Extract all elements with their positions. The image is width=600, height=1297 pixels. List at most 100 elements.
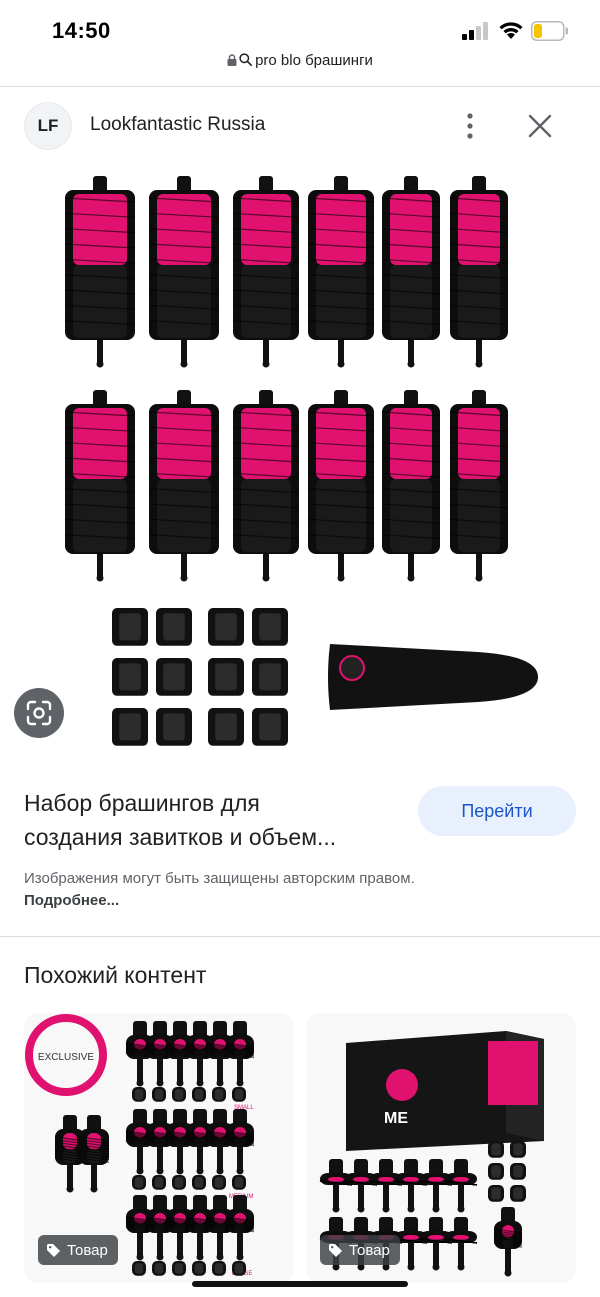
brush-clip: [172, 1175, 186, 1190]
close-icon[interactable]: [526, 112, 554, 140]
tag-icon: [47, 1243, 60, 1257]
brush-clip: [488, 1163, 504, 1180]
round-brush: [225, 1021, 255, 1087]
brush-clip: [152, 1261, 166, 1276]
related-card[interactable]: ME Товар: [306, 1013, 576, 1283]
learn-more-link[interactable]: Подробнее...: [24, 892, 119, 909]
more-options-icon[interactable]: [458, 110, 482, 142]
round-brush: [369, 1159, 403, 1213]
round-brush: [444, 1159, 478, 1213]
brush-clip: [488, 1185, 504, 1202]
brush-clip: [252, 708, 288, 746]
brush-clip: [112, 658, 148, 696]
brush-clip: [132, 1087, 146, 1102]
tag-icon: [329, 1243, 342, 1257]
brush-clip: [192, 1087, 206, 1102]
home-indicator: [192, 1281, 408, 1287]
brush-clip: [510, 1185, 526, 1202]
source-logo[interactable]: LF: [24, 102, 72, 150]
brush-clip: [208, 608, 244, 646]
round-brush: [319, 1159, 353, 1213]
brush-clip: [232, 1175, 246, 1190]
hair-dryer-handle: [328, 644, 538, 710]
status-time: 14:50: [52, 18, 111, 43]
brush-clip: [488, 1141, 504, 1158]
cellular-signal-icon: [462, 22, 488, 40]
product-chip-label: Товар: [349, 1241, 390, 1259]
result-title[interactable]: Набор брашингов для создания завитков и …: [24, 786, 404, 854]
brush-clip: [156, 658, 192, 696]
brush-clip: [156, 708, 192, 746]
round-brush: [449, 176, 509, 368]
copyright-text: Изображения могут быть защищены авторски…: [24, 870, 415, 887]
product-chip: Товар: [38, 1235, 118, 1265]
main-image[interactable]: [0, 162, 600, 762]
copyright-notice: Изображения могут быть защищены авторски…: [24, 868, 444, 912]
battery-icon: [531, 21, 568, 41]
brush-clip: [232, 1087, 246, 1102]
brush-clip: [510, 1141, 526, 1158]
hair-dryer-handle: [78, 1115, 110, 1193]
round-brush: [232, 176, 300, 368]
box-brand-text: ME: [384, 1110, 408, 1127]
round-brush: [394, 1159, 428, 1213]
source-header: LF Lookfantastic Russia: [0, 96, 600, 156]
brush-clip: [208, 658, 244, 696]
related-heading: Похожий контент: [24, 962, 207, 988]
brush-clip: [172, 1087, 186, 1102]
round-brush: [225, 1109, 255, 1175]
brush-clip: [152, 1175, 166, 1190]
search-icon: [239, 53, 253, 66]
lens-search-button[interactable]: [14, 688, 64, 738]
brush-clip: [212, 1087, 226, 1102]
brush-set-image: [64, 176, 538, 746]
brush-clip: [212, 1261, 226, 1276]
round-brush: [148, 176, 220, 368]
round-brush: [64, 176, 136, 368]
hair-dryer-handle: [493, 1207, 523, 1277]
divider: [0, 936, 600, 937]
brush-clip: [112, 708, 148, 746]
divider: [0, 86, 600, 87]
round-brush: [381, 390, 441, 582]
brush-clip: [252, 608, 288, 646]
round-brush: [64, 390, 136, 582]
result-title-line-2: создания завитков и объем...: [24, 824, 337, 850]
round-brush: [444, 1217, 478, 1271]
round-brush: [344, 1159, 378, 1213]
round-brush: [225, 1195, 255, 1261]
visit-button[interactable]: Перейти: [418, 786, 576, 836]
round-brush: [232, 390, 300, 582]
brush-clip: [132, 1175, 146, 1190]
brush-clip: [232, 1261, 246, 1276]
lock-icon: [227, 54, 237, 66]
exclusive-badge-text: EXCLUSIVE: [38, 1052, 94, 1063]
round-brush: [148, 390, 220, 582]
url-text: pro blo брашинги: [255, 52, 373, 69]
brush-clip: [192, 1175, 206, 1190]
lens-icon: [26, 700, 52, 726]
brush-clip: [212, 1175, 226, 1190]
product-chip-label: Товар: [67, 1241, 108, 1259]
wifi-icon: [499, 22, 523, 39]
brush-clip: [156, 608, 192, 646]
brush-clip: [112, 608, 148, 646]
brush-clip: [208, 708, 244, 746]
product-chip: Товар: [320, 1235, 400, 1265]
round-brush: [307, 390, 375, 582]
round-brush: [381, 176, 441, 368]
round-brush: [419, 1159, 453, 1213]
address-bar[interactable]: pro blo брашинги: [0, 52, 600, 86]
source-name[interactable]: Lookfantastic Russia: [90, 114, 265, 136]
round-brush: [419, 1217, 453, 1271]
brush-clip: [252, 658, 288, 696]
brush-clip: [132, 1261, 146, 1276]
brush-clip: [510, 1163, 526, 1180]
status-bar: 14:50: [0, 0, 600, 52]
round-brush: [307, 176, 375, 368]
round-brush: [449, 390, 509, 582]
brush-clip: [172, 1261, 186, 1276]
brush-clip: [152, 1087, 166, 1102]
related-card[interactable]: EXCLUSIVE SMALL MEDIUM LARGE Товар: [24, 1013, 294, 1283]
brush-clip: [192, 1261, 206, 1276]
